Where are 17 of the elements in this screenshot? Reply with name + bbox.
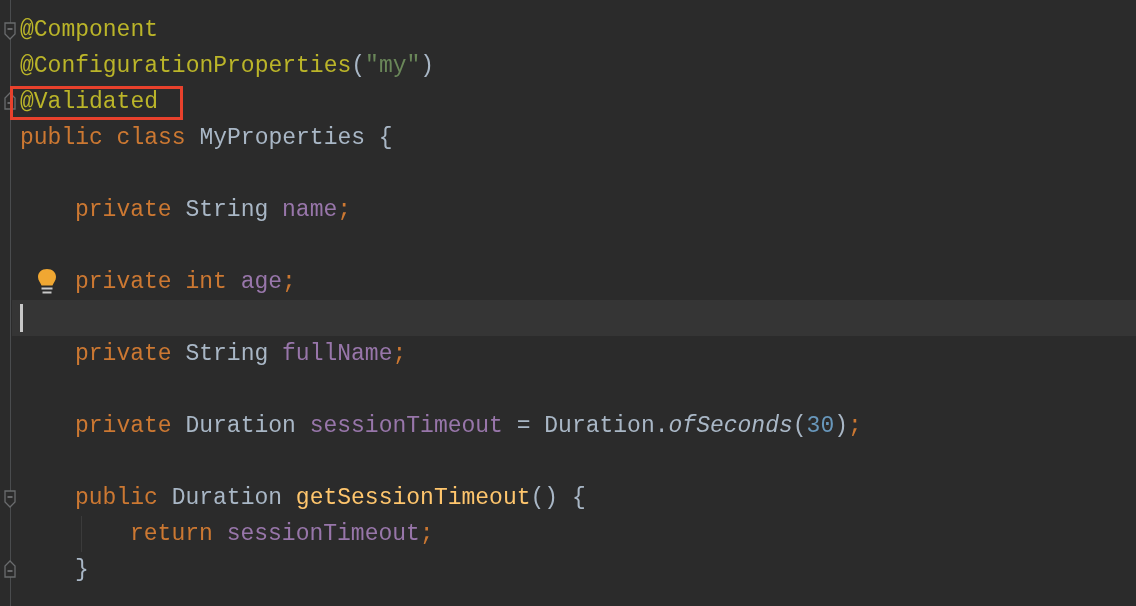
- code-line: private Duration sessionTimeout = Duration.ofSeconds(30);: [75, 412, 862, 441]
- code-line: private String fullName;: [75, 340, 407, 369]
- code-line: }: [75, 556, 89, 585]
- fold-marker-icon[interactable]: [4, 22, 16, 40]
- code-line: @Validated: [20, 88, 159, 117]
- code-line: public Duration getSessionTimeout() {: [75, 484, 586, 513]
- lightbulb-icon[interactable]: [37, 268, 57, 296]
- fold-marker-icon[interactable]: [4, 490, 16, 508]
- text-cursor: [20, 304, 23, 332]
- fold-marker-icon[interactable]: [4, 92, 16, 110]
- code-line: @Component: [20, 16, 159, 45]
- code-line: return sessionTimeout;: [130, 520, 434, 549]
- code-line: public class MyProperties {: [20, 124, 393, 153]
- code-line: private String name;: [75, 196, 352, 225]
- fold-marker-icon[interactable]: [4, 560, 16, 578]
- code-line: @ConfigurationProperties("my"): [20, 52, 435, 81]
- code-line: private int age;: [75, 268, 296, 297]
